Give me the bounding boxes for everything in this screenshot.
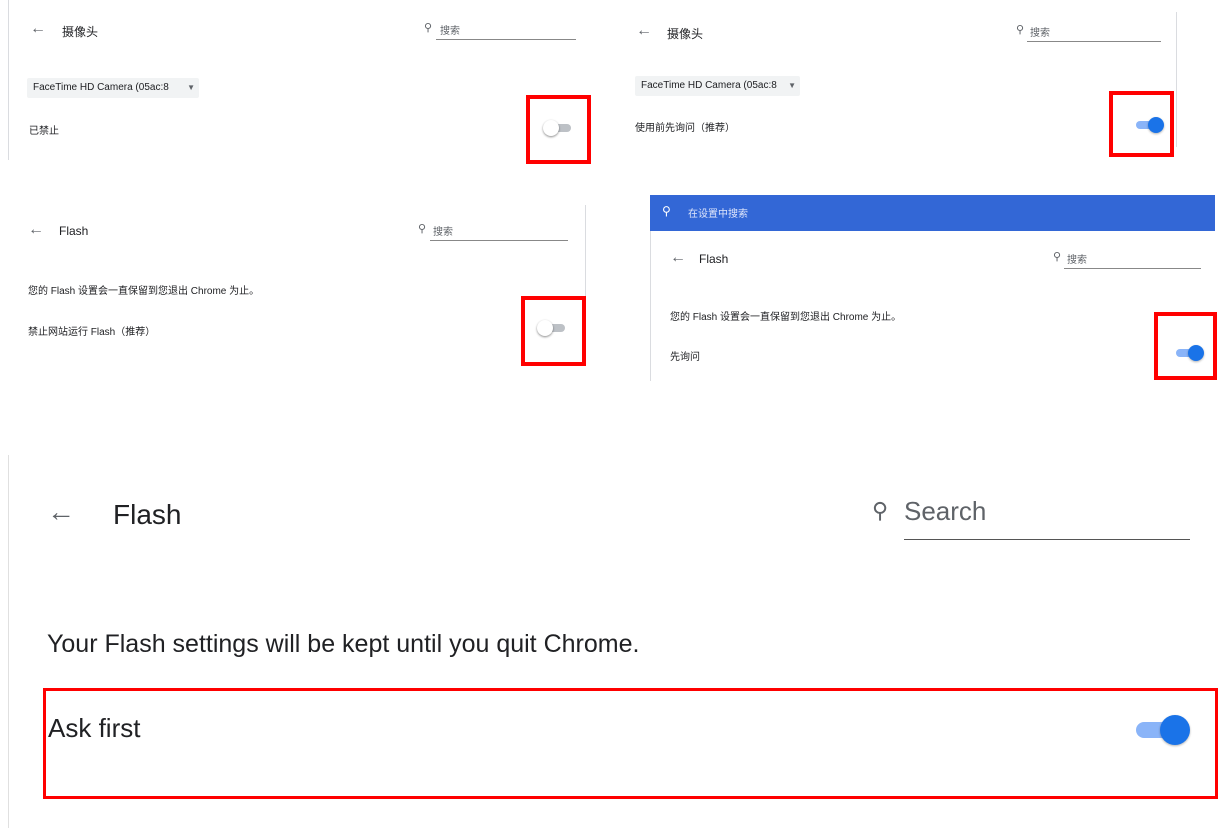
search-input[interactable]: 搜索 [1067,251,1087,266]
highlight-box [43,688,1218,799]
panel-right-border [1176,12,1177,147]
back-arrow-icon[interactable]: ← [30,21,46,37]
camera-device-value: FaceTime HD Camera (05ac:8 [33,82,169,93]
page-title: Flash [113,499,182,530]
camera-device-select[interactable]: FaceTime HD Camera (05ac:8 ▼ [27,78,199,98]
search-input[interactable]: Search [904,496,986,527]
flash-ask-toggle[interactable] [1174,345,1204,361]
page-title: Flash [699,252,729,266]
flash-setting-label: 先询问 [670,352,700,363]
flash-setting-label: Ask first [48,713,141,743]
flash-english-panel: ← Flash ⚲ Search Your Flash settings wil… [0,455,1219,828]
flash-ask-first-toggle[interactable] [1134,715,1190,745]
toggle-knob [1160,715,1190,745]
search-underline [430,240,568,241]
camera-block-toggle[interactable] [543,120,573,136]
caret-down-icon: ▼ [788,81,796,90]
flash-setting-label: 禁止网站运行 Flash（推荐） [28,327,156,338]
flash-note: 您的 Flash 设置会一直保留到您退出 Chrome 为止。 [28,286,260,297]
search-underline [1064,268,1201,269]
page-title: 摄像头 [667,27,704,41]
panel-left-border [8,0,9,160]
caret-down-icon: ▼ [187,83,195,92]
toggle-knob [543,120,559,136]
camera-device-value: FaceTime HD Camera (05ac:8 [641,80,777,91]
search-input[interactable]: 搜索 [1030,24,1050,39]
back-arrow-icon[interactable]: ← [636,23,652,39]
search-input[interactable]: 搜索 [433,223,453,238]
toggle-knob [1148,117,1164,133]
search-icon: ⚲ [1016,24,1025,36]
back-arrow-icon[interactable]: ← [47,498,75,526]
camera-setting-label: 已禁止 [29,126,59,137]
flash-note: Your Flash settings will be kept until y… [47,630,640,658]
panel-left-border [8,455,9,828]
camera-blocked-panel: ← 摄像头 ⚲ 搜索 FaceTime HD Camera (05ac:8 ▼ … [0,0,600,170]
camera-setting-label: 使用前先询问（推荐） [635,123,735,134]
flash-note: 您的 Flash 设置会一直保留到您退出 Chrome 为止。 [670,312,902,323]
search-underline [1027,41,1161,42]
search-icon: ⚲ [872,498,889,523]
search-icon: ⚲ [662,204,671,218]
search-input[interactable]: 搜索 [440,22,460,37]
back-arrow-icon[interactable]: ← [670,250,686,266]
settings-search-input[interactable]: 在设置中搜索 [688,205,748,220]
camera-device-select[interactable]: FaceTime HD Camera (05ac:8 ▼ [635,76,800,96]
search-icon: ⚲ [418,223,427,235]
search-underline [904,539,1190,540]
camera-ask-toggle[interactable] [1134,117,1164,133]
search-underline [436,39,576,40]
flash-block-toggle[interactable] [537,320,567,336]
settings-search-bar[interactable]: ⚲ 在设置中搜索 [650,195,1215,231]
search-icon: ⚲ [1053,251,1062,263]
page-title: Flash [59,224,89,238]
flash-ask-panel: ⚲ 在设置中搜索 ← Flash ⚲ 搜索 您的 Flash 设置会一直保留到您… [650,195,1219,385]
flash-blocked-panel: ← Flash ⚲ 搜索 您的 Flash 设置会一直保留到您退出 Chrome… [0,200,600,380]
camera-ask-panel: ← 摄像头 ⚲ 搜索 FaceTime HD Camera (05ac:8 ▼ … [620,0,1219,170]
back-arrow-icon[interactable]: ← [28,222,44,238]
toggle-knob [537,320,553,336]
page-title: 摄像头 [62,25,99,39]
toggle-knob [1188,345,1204,361]
panel-left-border [650,231,651,381]
search-icon: ⚲ [424,22,433,34]
